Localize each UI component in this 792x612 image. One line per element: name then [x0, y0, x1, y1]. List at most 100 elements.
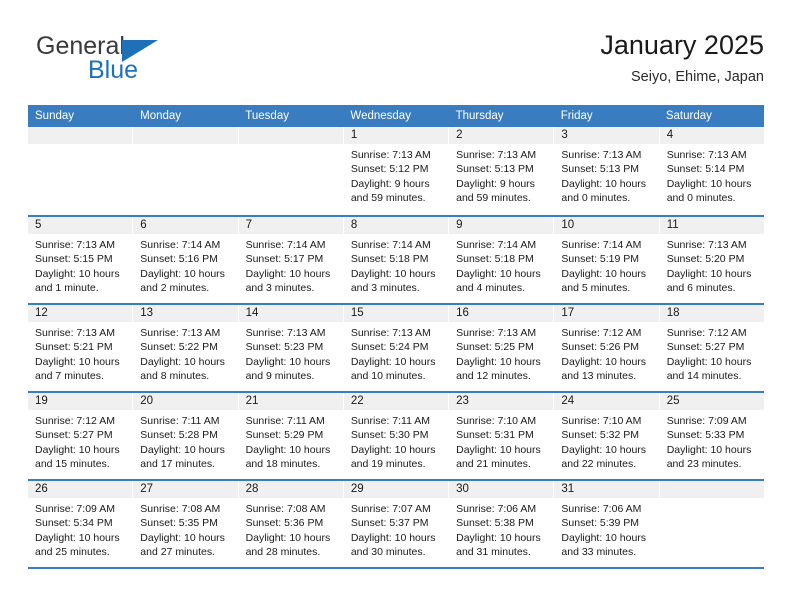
- day-details: Sunrise: 7:12 AM Sunset: 5:27 PM Daylight:…: [28, 410, 132, 472]
- calendar-day-cell[interactable]: 23 Sunrise: 7:10 AM Sunset: 5:31 PM Dayligh…: [449, 393, 555, 479]
- sunrise-text: Sunrise: 7:12 AM: [561, 327, 642, 339]
- daylight-text: Daylight: 10 hours and 17 minutes.: [140, 443, 225, 471]
- daylight-text: Daylight: 10 hours and 1 minute.: [35, 267, 120, 295]
- sunrise-text: Sunrise: 7:11 AM: [140, 415, 220, 427]
- sunset-text: Sunset: 5:33 PM: [666, 429, 745, 442]
- day-number: 13: [133, 305, 238, 322]
- daylight-text: Daylight: 10 hours and 19 minutes.: [350, 443, 436, 471]
- day-details: Sunrise: 7:07 AM Sunset: 5:37 PM Daylight:…: [344, 498, 448, 560]
- daylight-text: Daylight: 10 hours and 30 minutes.: [350, 531, 436, 559]
- brand-logo[interactable]: General Blue: [28, 32, 228, 94]
- day-number: 15: [343, 305, 449, 322]
- calendar-day-cell[interactable]: 9 Sunrise: 7:14 AM Sunset: 5:18 PM Daylight…: [449, 217, 555, 303]
- daylight-text: Daylight: 10 hours and 8 minutes.: [140, 355, 225, 383]
- calendar-day-cell[interactable]: 26 Sunrise: 7:09 AM Sunset: 5:34 PM Dayligh…: [28, 481, 134, 567]
- day-number: 6: [133, 217, 238, 234]
- calendar-day-cell[interactable]: 16 Sunrise: 7:13 AM Sunset: 5:25 PM Dayligh…: [449, 305, 555, 391]
- calendar-day-cell[interactable]: 25 Sunrise: 7:09 AM Sunset: 5:33 PM Dayligh…: [659, 393, 764, 479]
- calendar-day-cell[interactable]: 30 Sunrise: 7:06 AM Sunset: 5:38 PM Dayligh…: [449, 481, 555, 567]
- daylight-text: Daylight: 10 hours and 18 minutes.: [245, 443, 331, 471]
- daylight-text: Daylight: 10 hours and 28 minutes.: [245, 531, 331, 559]
- day-details: [239, 144, 343, 148]
- calendar-day-cell[interactable]: 20 Sunrise: 7:11 AM Sunset: 5:28 PM Dayligh…: [133, 393, 239, 479]
- sunset-text: Sunset: 5:26 PM: [561, 341, 640, 354]
- day-number: 26: [28, 481, 133, 498]
- calendar-week-row: 19 Sunrise: 7:12 AM Sunset: 5:27 PM Dayligh…: [28, 391, 764, 479]
- calendar-day-cell[interactable]: 14 Sunrise: 7:13 AM Sunset: 5:23 PM Dayligh…: [238, 305, 344, 391]
- calendar-day-cell[interactable]: 17 Sunrise: 7:12 AM Sunset: 5:26 PM Dayligh…: [554, 305, 660, 391]
- calendar-day-cell[interactable]: 11 Sunrise: 7:13 AM Sunset: 5:20 PM Dayligh…: [659, 217, 764, 303]
- calendar-day-cell[interactable]: 31 Sunrise: 7:06 AM Sunset: 5:39 PM Dayligh…: [554, 481, 660, 567]
- daylight-text: Daylight: 10 hours and 12 minutes.: [456, 355, 541, 383]
- calendar-day-cell[interactable]: 21 Sunrise: 7:11 AM Sunset: 5:29 PM Dayligh…: [238, 393, 344, 479]
- day-details: Sunrise: 7:06 AM Sunset: 5:38 PM Daylight:…: [449, 498, 553, 560]
- sunset-text: Sunset: 5:12 PM: [350, 163, 429, 176]
- day-details: Sunrise: 7:14 AM Sunset: 5:16 PM Daylight:…: [133, 234, 237, 296]
- calendar-day-cell[interactable]: 15 Sunrise: 7:13 AM Sunset: 5:24 PM Dayligh…: [343, 305, 450, 391]
- calendar-day-cell[interactable]: 18 Sunrise: 7:12 AM Sunset: 5:27 PM Dayligh…: [659, 305, 764, 391]
- sunrise-text: Sunrise: 7:13 AM: [666, 149, 747, 161]
- brand-name-bottom: Blue: [88, 56, 139, 84]
- day-number: [659, 481, 764, 498]
- weeks-container: 1 Sunrise: 7:13 AM Sunset: 5:12 PM Daylight…: [28, 127, 764, 567]
- calendar-day-cell[interactable]: 6 Sunrise: 7:14 AM Sunset: 5:16 PM Daylight…: [133, 217, 239, 303]
- sunrise-text: Sunrise: 7:13 AM: [35, 327, 115, 339]
- calendar-week-row: 26 Sunrise: 7:09 AM Sunset: 5:34 PM Dayligh…: [28, 479, 764, 567]
- calendar-day-cell[interactable]: 8 Sunrise: 7:14 AM Sunset: 5:18 PM Daylight…: [343, 217, 450, 303]
- day-number: 24: [554, 393, 659, 410]
- day-details: Sunrise: 7:13 AM Sunset: 5:25 PM Daylight:…: [449, 322, 553, 384]
- calendar-day-cell[interactable]: 27 Sunrise: 7:08 AM Sunset: 5:35 PM Dayligh…: [133, 481, 239, 567]
- calendar-day-cell[interactable]: 29 Sunrise: 7:07 AM Sunset: 5:37 PM Dayligh…: [343, 481, 450, 567]
- day-details: Sunrise: 7:13 AM Sunset: 5:21 PM Daylight:…: [28, 322, 132, 384]
- day-number: 11: [659, 217, 764, 234]
- day-details: Sunrise: 7:14 AM Sunset: 5:19 PM Daylight:…: [554, 234, 658, 296]
- sunset-text: Sunset: 5:28 PM: [140, 429, 218, 442]
- sunset-text: Sunset: 5:14 PM: [666, 163, 745, 176]
- day-details: Sunrise: 7:13 AM Sunset: 5:13 PM Daylight:…: [554, 144, 658, 206]
- calendar-day-cell[interactable]: 1 Sunrise: 7:13 AM Sunset: 5:12 PM Daylight…: [343, 127, 450, 215]
- day-details: Sunrise: 7:14 AM Sunset: 5:18 PM Daylight:…: [449, 234, 553, 296]
- calendar-day-cell[interactable]: 19 Sunrise: 7:12 AM Sunset: 5:27 PM Dayligh…: [28, 393, 134, 479]
- sunset-text: Sunset: 5:13 PM: [456, 163, 534, 176]
- sunrise-text: Sunrise: 7:10 AM: [561, 415, 642, 427]
- sunset-text: Sunset: 5:15 PM: [35, 253, 113, 266]
- sunrise-text: Sunrise: 7:13 AM: [245, 327, 326, 339]
- sunrise-text: Sunrise: 7:13 AM: [140, 327, 221, 339]
- sunset-text: Sunset: 5:38 PM: [456, 517, 534, 530]
- day-number: 4: [659, 127, 764, 144]
- calendar-day-cell[interactable]: 2 Sunrise: 7:13 AM Sunset: 5:13 PM Daylight…: [449, 127, 555, 215]
- calendar-day-cell[interactable]: 13 Sunrise: 7:13 AM Sunset: 5:22 PM Dayligh…: [133, 305, 239, 391]
- calendar-day-cell[interactable]: 4 Sunrise: 7:13 AM Sunset: 5:14 PM Daylight…: [659, 127, 764, 215]
- day-number: 21: [238, 393, 343, 410]
- sunset-text: Sunset: 5:16 PM: [140, 253, 218, 266]
- day-details: Sunrise: 7:08 AM Sunset: 5:36 PM Daylight:…: [239, 498, 343, 560]
- day-details: Sunrise: 7:11 AM Sunset: 5:30 PM Daylight:…: [344, 410, 448, 472]
- day-number: 10: [554, 217, 659, 234]
- daylight-text: Daylight: 10 hours and 7 minutes.: [35, 355, 120, 383]
- calendar-week-row: 1 Sunrise: 7:13 AM Sunset: 5:12 PM Daylight…: [28, 127, 764, 215]
- sunset-text: Sunset: 5:34 PM: [35, 517, 113, 530]
- calendar-day-cell[interactable]: 7 Sunrise: 7:14 AM Sunset: 5:17 PM Daylight…: [238, 217, 344, 303]
- calendar-day-cell[interactable]: 5 Sunrise: 7:13 AM Sunset: 5:15 PM Daylight…: [28, 217, 134, 303]
- calendar-day-cell[interactable]: 28 Sunrise: 7:08 AM Sunset: 5:36 PM Dayligh…: [238, 481, 344, 567]
- weekday-header-sunday: Sunday: [35, 110, 75, 122]
- sunrise-text: Sunrise: 7:09 AM: [666, 415, 747, 427]
- day-details: Sunrise: 7:06 AM Sunset: 5:39 PM Daylight:…: [554, 498, 658, 560]
- sunrise-text: Sunrise: 7:11 AM: [350, 415, 431, 427]
- sunrise-text: Sunrise: 7:14 AM: [140, 239, 221, 251]
- day-number: 22: [343, 393, 449, 410]
- calendar-day-cell[interactable]: 24 Sunrise: 7:10 AM Sunset: 5:32 PM Dayligh…: [554, 393, 660, 479]
- calendar-day-cell[interactable]: 22 Sunrise: 7:11 AM Sunset: 5:30 PM Dayligh…: [343, 393, 450, 479]
- day-number: 5: [28, 217, 133, 234]
- calendar-day-cell[interactable]: 10 Sunrise: 7:14 AM Sunset: 5:19 PM Dayligh…: [554, 217, 660, 303]
- day-number: 19: [28, 393, 133, 410]
- weekday-header-tuesday: Tuesday: [245, 110, 289, 122]
- day-number: 2: [449, 127, 554, 144]
- day-number: 17: [554, 305, 659, 322]
- calendar-day-cell[interactable]: 12 Sunrise: 7:13 AM Sunset: 5:21 PM Dayligh…: [28, 305, 134, 391]
- day-details: [28, 144, 132, 148]
- daylight-text: Daylight: 10 hours and 21 minutes.: [456, 443, 541, 471]
- day-details: Sunrise: 7:10 AM Sunset: 5:31 PM Daylight:…: [449, 410, 553, 472]
- day-number: [28, 127, 133, 144]
- calendar-day-cell[interactable]: 3 Sunrise: 7:13 AM Sunset: 5:13 PM Daylight…: [554, 127, 660, 215]
